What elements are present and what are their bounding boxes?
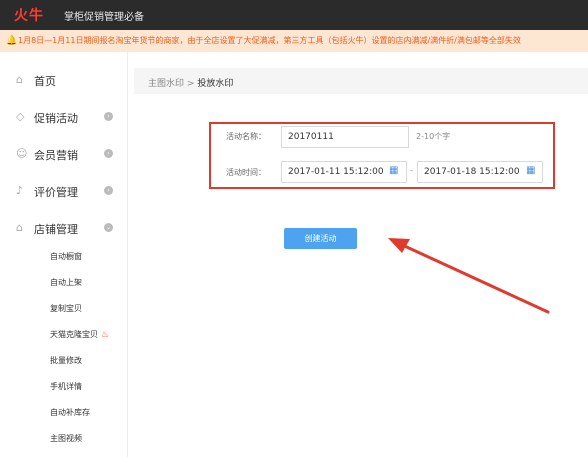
annotation-arrow — [388, 238, 550, 314]
